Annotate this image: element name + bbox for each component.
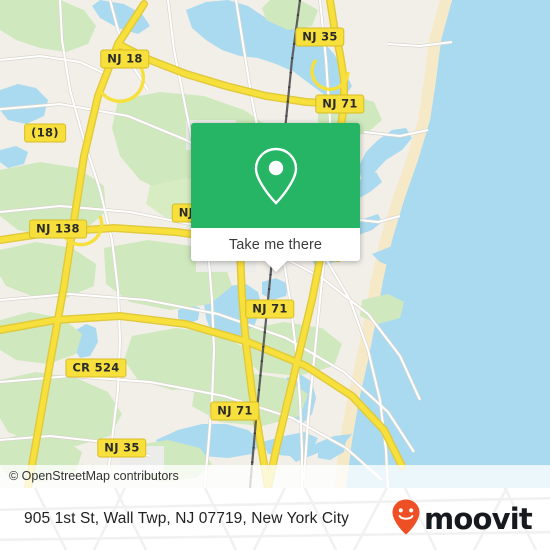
take-me-there-label: Take me there [228,236,323,253]
popup-header [191,123,360,228]
road-shield-cr524: CR 524 [65,358,127,378]
road-shield-nj71-north: NJ 71 [315,94,365,114]
map-pin-icon [250,145,302,207]
road-shield-nj18: NJ 18 [100,49,150,69]
map-canvas[interactable]: NJ 35 NJ 18 NJ 71 (18) NJ NJ 138 NJ 71 C… [0,0,550,488]
map-attribution[interactable]: © OpenStreetMap contributors [0,465,550,488]
road-shield-nj138: NJ 138 [29,219,87,239]
address-label: 905 1st St, Wall Twp, NJ 07719, New York… [24,510,349,527]
location-popup-card[interactable]: Take me there [191,123,360,272]
moovit-wordmark: moovit [424,501,533,536]
moovit-logo[interactable]: moovit [391,488,533,550]
moovit-pin-smiley-icon [391,498,421,541]
road-shield-nj35-south: NJ 35 [97,438,147,458]
road-shield-nj71-mid: NJ 71 [245,299,295,319]
road-shield-nj35-north: NJ 35 [295,27,345,47]
moovit-map-screenshot: NJ 35 NJ 18 NJ 71 (18) NJ NJ 138 NJ 71 C… [0,0,550,550]
road-shield-nj71-south: NJ 71 [210,401,260,421]
footer-bar: 905 1st St, Wall Twp, NJ 07719, New York… [0,488,550,550]
take-me-there-button[interactable]: Take me there [191,228,360,261]
popup-pointer-tail [264,261,287,272]
road-shield-18: (18) [24,123,66,143]
